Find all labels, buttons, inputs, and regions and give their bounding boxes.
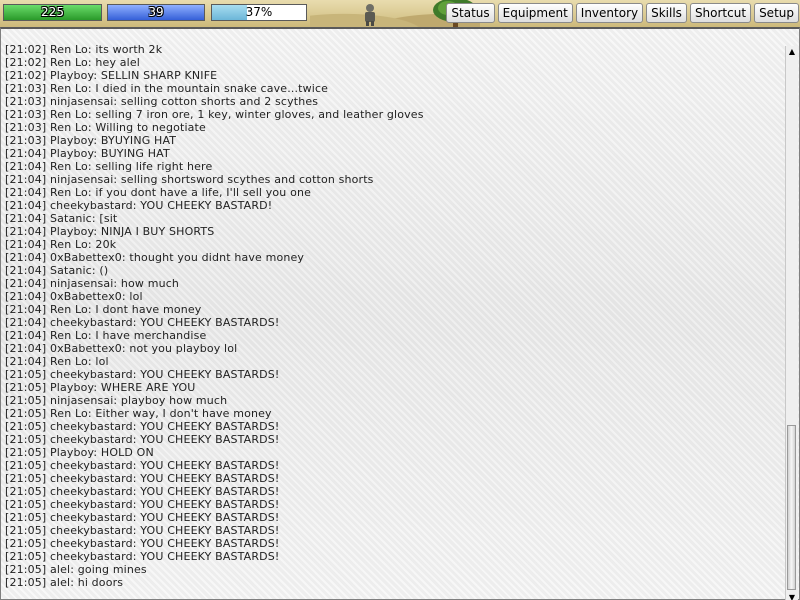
chat-line: [21:05] Playboy: WHERE ARE YOU [5,381,196,394]
chat-line: [21:05] alel: hi doors [5,576,124,589]
arrow-up-icon[interactable]: ▲ [786,46,798,58]
mp-value: 39 [148,5,164,19]
chat-line: [21:05] alel: going mines [5,563,147,576]
chat-line: [21:04] cheekybastard: YOU CHEEKY BASTAR… [5,199,273,212]
arrow-down-icon[interactable]: ▼ [786,592,798,600]
chat-line: [21:05] ninjasensai: playboy how much [5,394,228,407]
xp-value: 37% [245,5,273,19]
chat-line: [21:05] cheekybastard: YOU CHEEKY BASTAR… [5,368,280,381]
game-window: 225 39 37% Status Equipment Inventory Sk… [0,0,800,600]
xp-bar: 37% [211,4,307,21]
chat-line: [21:02] Playboy: SELLIN SHARP KNIFE [5,69,218,82]
chat-line: [21:05] cheekybastard: YOU CHEEKY BASTAR… [5,485,280,498]
chat-line: [21:05] cheekybastard: YOU CHEEKY BASTAR… [5,459,280,472]
hp-bar: 225 [3,4,102,21]
chat-line: [21:04] Ren Lo: lol [5,355,109,368]
player-sprite-icon[interactable] [358,2,382,26]
chat-line: [21:04] Ren Lo: 20k [5,238,117,251]
chat-line: [21:03] Ren Lo: Willing to negotiate [5,121,206,134]
scroll-thumb[interactable] [787,425,796,590]
status-button[interactable]: Status [446,3,495,23]
chat-line: [21:05] cheekybastard: YOU CHEEKY BASTAR… [5,511,280,524]
chat-line: [21:02] Ren Lo: hey alel [5,56,140,69]
chat-scrollbar[interactable]: ▲ ▼ [785,46,798,600]
inventory-button[interactable]: Inventory [575,3,644,23]
chat-line: [21:04] Playboy: NINJA I BUY SHORTS [5,225,215,238]
setup-button[interactable]: Setup [754,3,799,23]
chat-line: [21:03] Ren Lo: selling 7 iron ore, 1 ke… [5,108,424,121]
game-view-strip: 225 39 37% Status Equipment Inventory Sk… [0,0,800,27]
shortcut-button[interactable]: Shortcut [689,3,752,23]
chat-window: [21:02] Ren Lo: its worth 2k [21:02] Ren … [0,27,800,600]
chat-log: [21:02] Ren Lo: its worth 2k [21:02] Ren … [5,43,781,589]
chat-line: [21:05] Ren Lo: Either way, I don't have… [5,407,272,420]
chat-line: [21:04] ninjasensai: how much [5,277,180,290]
chat-line: [21:05] cheekybastard: YOU CHEEKY BASTAR… [5,537,280,550]
chat-line: [21:04] Ren Lo: selling life right here [5,160,213,173]
chat-line: [21:05] cheekybastard: YOU CHEEKY BASTAR… [5,472,280,485]
chat-line: [21:04] Ren Lo: I dont have money [5,303,202,316]
hp-value: 225 [41,5,64,19]
chat-line: [21:05] cheekybastard: YOU CHEEKY BASTAR… [5,433,280,446]
chat-line: [21:05] cheekybastard: YOU CHEEKY BASTAR… [5,420,280,433]
chat-line: [21:05] Playboy: HOLD ON [5,446,154,459]
mp-bar: 39 [107,4,205,21]
chat-line: [21:02] Ren Lo: its worth 2k [5,43,163,56]
chat-line: [21:03] Ren Lo: I died in the mountain s… [5,82,329,95]
chat-line: [21:03] Playboy: BYUYING HAT [5,134,177,147]
chat-line: [21:05] cheekybastard: YOU CHEEKY BASTAR… [5,550,280,563]
chat-line: [21:04] Satanic: () [5,264,109,277]
chat-line: [21:04] 0xBabettex0: thought you didnt h… [5,251,305,264]
equipment-button[interactable]: Equipment [497,3,573,23]
chat-line: [21:04] Ren Lo: I have merchandise [5,329,207,342]
chat-line: [21:04] 0xBabettex0: lol [5,290,143,303]
chat-line: [21:04] Playboy: BUYING HAT [5,147,170,160]
chat-line: [21:04] ninjasensai: selling shortsword … [5,173,374,186]
chat-line: [21:04] Ren Lo: if you dont have a life,… [5,186,311,199]
chat-line: [21:03] ninjasensai: selling cotton shor… [5,95,319,108]
skills-button[interactable]: Skills [646,3,687,23]
chat-line: [21:04] Satanic: [sit [5,212,118,225]
main-menu: Status Equipment Inventory Skills Shortc… [446,3,799,23]
chat-line: [21:05] cheekybastard: YOU CHEEKY BASTAR… [5,524,280,537]
chat-line: [21:04] 0xBabettex0: not you playboy lol [5,342,238,355]
chat-line: [21:05] cheekybastard: YOU CHEEKY BASTAR… [5,498,280,511]
chat-line: [21:04] cheekybastard: YOU CHEEKY BASTAR… [5,316,280,329]
